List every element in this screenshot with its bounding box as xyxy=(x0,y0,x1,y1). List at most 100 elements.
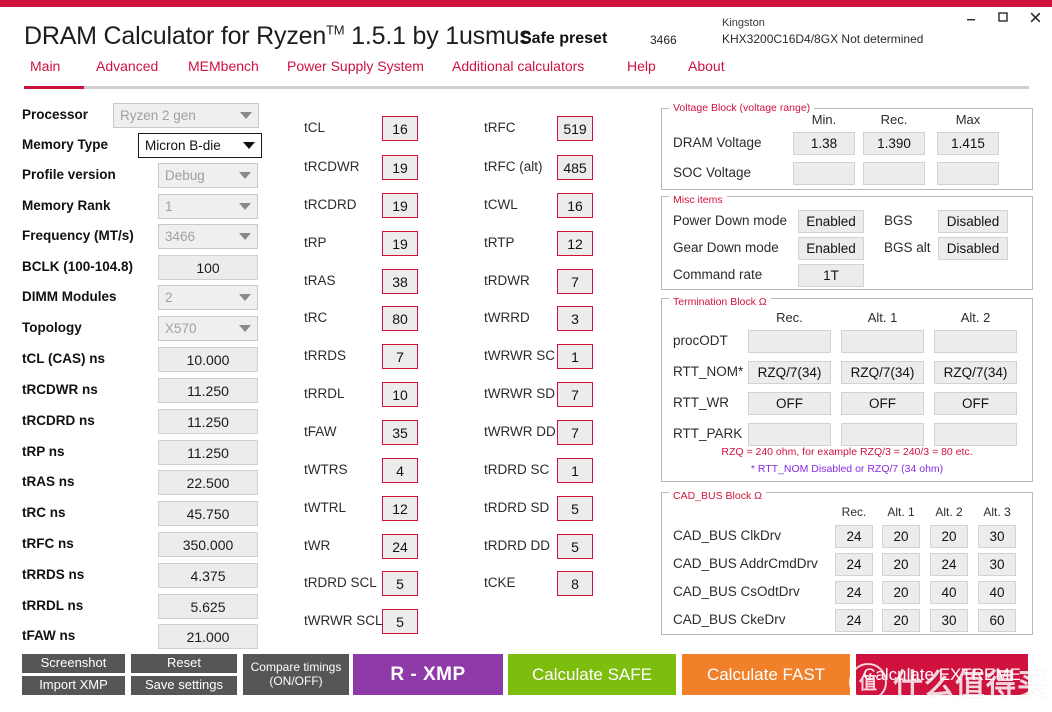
timing-input-trdrd-sc[interactable]: 1 xyxy=(557,458,593,483)
calculate-extreme-button[interactable]: Calculate EXTREME xyxy=(856,654,1028,695)
cad-bus-value-input[interactable]: 24 xyxy=(835,609,873,632)
input-trrdl-ns[interactable]: 5.625 xyxy=(158,594,258,619)
maximize-icon[interactable] xyxy=(994,8,1012,26)
cad-bus-value-input[interactable]: 30 xyxy=(978,525,1016,548)
timing-input-twrrd[interactable]: 3 xyxy=(557,306,593,331)
reset-button[interactable]: Reset xyxy=(131,654,237,673)
nav-tab-power-supply-system[interactable]: Power Supply System xyxy=(287,58,424,74)
cad-bus-value-input[interactable]: 30 xyxy=(978,553,1016,576)
nav-tab-membench[interactable]: MEMbench xyxy=(188,58,259,74)
misc-value-input[interactable]: Enabled xyxy=(798,210,864,233)
cad-bus-value-input[interactable]: 20 xyxy=(882,525,920,548)
combobox-topology[interactable]: X570 xyxy=(158,316,258,341)
termination-value-input[interactable] xyxy=(841,423,924,446)
timing-input-trcdrd[interactable]: 19 xyxy=(382,193,418,218)
timing-input-twrwr-dd[interactable]: 7 xyxy=(557,420,593,445)
combobox-profile-version[interactable]: Debug xyxy=(158,163,258,188)
voltage-value-input[interactable]: 1.415 xyxy=(937,132,999,155)
input-bclk-100-104-8-[interactable]: 100 xyxy=(158,255,258,280)
minimize-icon[interactable] xyxy=(962,8,980,26)
timing-input-trc[interactable]: 80 xyxy=(382,306,418,331)
timing-input-twrwr-sc[interactable]: 1 xyxy=(557,344,593,369)
timing-input-trrds[interactable]: 7 xyxy=(382,344,418,369)
combobox-frequency-mt-s-[interactable]: 3466 xyxy=(158,224,258,249)
combobox-memory-rank[interactable]: 1 xyxy=(158,194,258,219)
input-trcdrd-ns[interactable]: 11.250 xyxy=(158,409,258,434)
cad-bus-value-input[interactable]: 24 xyxy=(835,581,873,604)
termination-value-input[interactable]: OFF xyxy=(748,392,831,415)
timing-input-twtrs[interactable]: 4 xyxy=(382,458,418,483)
voltage-value-input[interactable]: 1.38 xyxy=(793,132,855,155)
input-trp-ns[interactable]: 11.250 xyxy=(158,440,258,465)
voltage-value-input[interactable] xyxy=(863,162,925,185)
timing-input-trdrd-sd[interactable]: 5 xyxy=(557,496,593,521)
calculate-fast-button[interactable]: Calculate FAST xyxy=(682,654,850,695)
nav-tab-advanced[interactable]: Advanced xyxy=(96,58,158,74)
input-tcl-cas-ns[interactable]: 10.000 xyxy=(158,347,258,372)
nav-tab-additional-calculators[interactable]: Additional calculators xyxy=(452,58,584,74)
timing-input-trfc-alt-[interactable]: 485 xyxy=(557,155,593,180)
cad-bus-value-input[interactable]: 24 xyxy=(835,553,873,576)
timing-input-trtp[interactable]: 12 xyxy=(557,231,593,256)
termination-value-input[interactable]: RZQ/7(34) xyxy=(934,361,1017,384)
timing-input-twtrl[interactable]: 12 xyxy=(382,496,418,521)
input-trcdwr-ns[interactable]: 11.250 xyxy=(158,378,258,403)
screenshot-button[interactable]: Screenshot xyxy=(22,654,125,673)
input-trc-ns[interactable]: 45.750 xyxy=(158,501,258,526)
timing-input-trdwr[interactable]: 7 xyxy=(557,269,593,294)
termination-value-input[interactable] xyxy=(748,423,831,446)
timing-input-twrwr-sd[interactable]: 7 xyxy=(557,382,593,407)
misc-value-input[interactable]: Enabled xyxy=(798,237,864,260)
cad-bus-value-input[interactable]: 20 xyxy=(882,553,920,576)
cad-bus-value-input[interactable]: 20 xyxy=(882,609,920,632)
compare-timings-button[interactable]: Compare timings (ON/OFF) xyxy=(243,654,349,695)
cad-bus-value-input[interactable]: 60 xyxy=(978,609,1016,632)
combobox-processor[interactable]: Ryzen 2 gen xyxy=(113,103,259,128)
termination-value-input[interactable] xyxy=(748,330,831,353)
timing-input-trdrd-dd[interactable]: 5 xyxy=(557,534,593,559)
timing-input-tcl[interactable]: 16 xyxy=(382,116,418,141)
cad-bus-value-input[interactable]: 40 xyxy=(930,581,968,604)
cad-bus-value-input[interactable]: 24 xyxy=(930,553,968,576)
input-tras-ns[interactable]: 22.500 xyxy=(158,470,258,495)
combobox-dimm-modules[interactable]: 2 xyxy=(158,285,258,310)
nav-tab-main[interactable]: Main xyxy=(30,58,60,74)
nav-tab-help[interactable]: Help xyxy=(627,58,656,74)
termination-value-input[interactable] xyxy=(934,423,1017,446)
timing-input-twr[interactable]: 24 xyxy=(382,534,418,559)
input-trfc-ns[interactable]: 350.000 xyxy=(158,532,258,557)
timing-input-trdrd-scl[interactable]: 5 xyxy=(382,571,418,596)
combobox-memory-type[interactable]: Micron B-die xyxy=(138,133,262,158)
timing-input-tras[interactable]: 38 xyxy=(382,269,418,294)
cad-bus-value-input[interactable]: 20 xyxy=(930,525,968,548)
misc-value-input-secondary[interactable]: Disabled xyxy=(938,237,1008,260)
voltage-value-input[interactable] xyxy=(937,162,999,185)
termination-value-input[interactable]: RZQ/7(34) xyxy=(748,361,831,384)
cad-bus-value-input[interactable]: 20 xyxy=(882,581,920,604)
cad-bus-value-input[interactable]: 24 xyxy=(835,525,873,548)
termination-value-input[interactable] xyxy=(934,330,1017,353)
close-icon[interactable] xyxy=(1026,8,1044,26)
calculate-safe-button[interactable]: Calculate SAFE xyxy=(508,654,676,695)
timing-input-trfc[interactable]: 519 xyxy=(557,116,593,141)
timing-input-twrwr-scl[interactable]: 5 xyxy=(382,609,418,634)
voltage-value-input[interactable] xyxy=(793,162,855,185)
termination-value-input[interactable]: RZQ/7(34) xyxy=(841,361,924,384)
misc-value-input-secondary[interactable]: Disabled xyxy=(938,210,1008,233)
cad-bus-value-input[interactable]: 30 xyxy=(930,609,968,632)
cad-bus-value-input[interactable]: 40 xyxy=(978,581,1016,604)
timing-input-tfaw[interactable]: 35 xyxy=(382,420,418,445)
save-settings-button[interactable]: Save settings xyxy=(131,676,237,695)
timing-input-trrdl[interactable]: 10 xyxy=(382,382,418,407)
import-xmp-button[interactable]: Import XMP xyxy=(22,676,125,695)
termination-value-input[interactable]: OFF xyxy=(934,392,1017,415)
input-trrds-ns[interactable]: 4.375 xyxy=(158,563,258,588)
voltage-value-input[interactable]: 1.390 xyxy=(863,132,925,155)
timing-input-tcke[interactable]: 8 xyxy=(557,571,593,596)
nav-tab-about[interactable]: About xyxy=(688,58,725,74)
r-xmp-button[interactable]: R - XMP xyxy=(353,654,503,695)
termination-value-input[interactable] xyxy=(841,330,924,353)
timing-input-tcwl[interactable]: 16 xyxy=(557,193,593,218)
timing-input-trcdwr[interactable]: 19 xyxy=(382,155,418,180)
input-tfaw-ns[interactable]: 21.000 xyxy=(158,624,258,649)
